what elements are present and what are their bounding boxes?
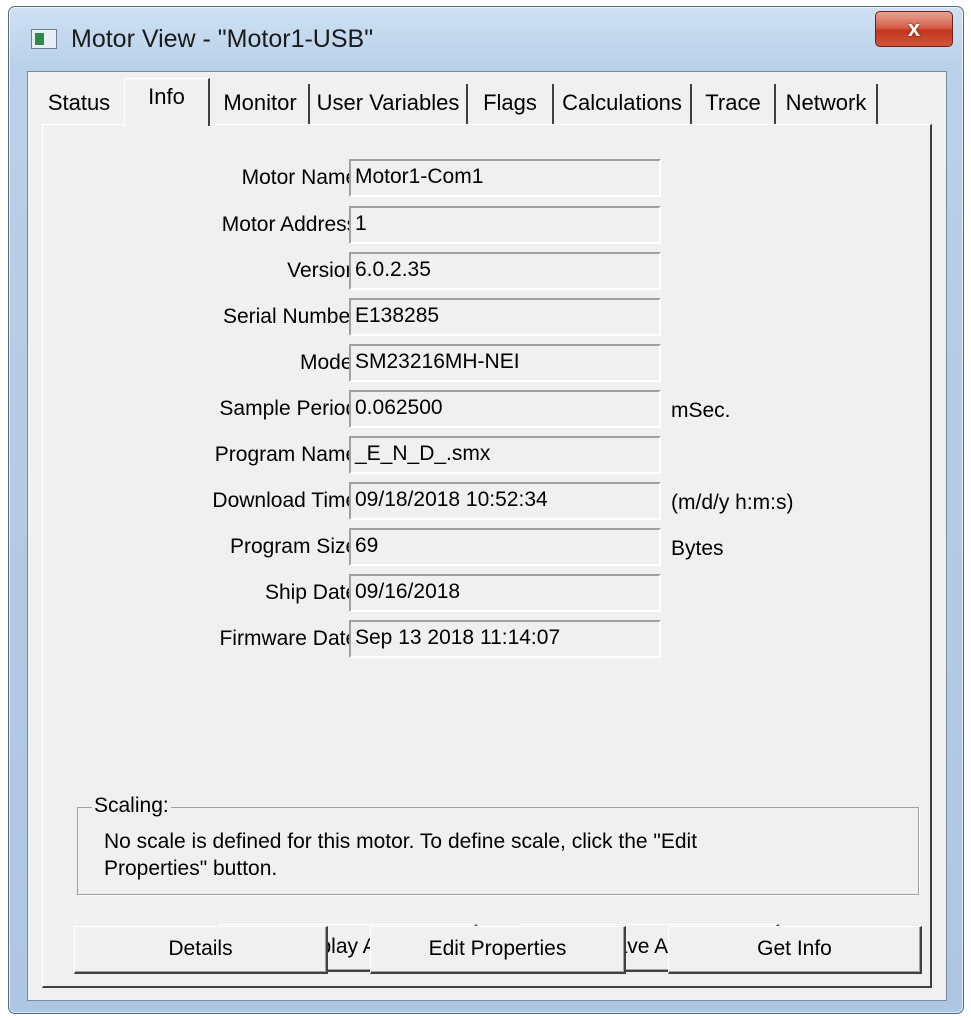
sample-period-label: Sample Period: <box>219 397 363 420</box>
program-size-field[interactable]: 69 <box>349 528 661 566</box>
version-row: Version: 6.0.2.35 <box>43 252 933 292</box>
ship-date-field[interactable]: 09/16/2018 <box>349 574 661 612</box>
motor-address-field[interactable]: 1 <box>349 206 661 244</box>
details-button[interactable]: Details <box>74 926 328 974</box>
program-size-label: Program Size: <box>229 535 363 558</box>
motor-name-label: Motor Name: <box>241 166 363 189</box>
firmware-date-label: Firmware Date: <box>219 627 363 650</box>
version-field[interactable]: 6.0.2.35 <box>349 252 661 290</box>
download-time-row: Download Time: 09/18/2018 10:52:34 (m/d/… <box>43 482 933 522</box>
model-row: Model: SM23216MH-NEI <box>43 344 933 384</box>
scaling-groupbox: Scaling: No scale is defined for this mo… <box>77 794 919 895</box>
scaling-description: No scale is defined for this motor. To d… <box>104 830 698 880</box>
client-area: Status Info Monitor User Variables Flags… <box>27 71 947 1001</box>
program-name-row: Program Name: _E_N_D_.smx <box>43 436 933 476</box>
tab-info[interactable]: Info <box>124 78 210 126</box>
scaling-legend: Scaling: <box>92 794 171 818</box>
tab-network[interactable]: Network <box>776 84 878 124</box>
program-size-unit: Bytes <box>671 537 724 560</box>
tab-monitor[interactable]: Monitor <box>212 84 310 124</box>
tab-flags[interactable]: Flags <box>468 84 554 124</box>
model-field[interactable]: SM23216MH-NEI <box>349 344 661 382</box>
close-button[interactable]: x <box>875 11 953 47</box>
motor-name-field[interactable]: Motor1-Com1 <box>349 159 661 197</box>
firmware-date-field[interactable]: Sep 13 2018 11:14:07 <box>349 620 661 658</box>
tab-trace[interactable]: Trace <box>692 84 776 124</box>
tab-strip: Status Info Monitor User Variables Flags… <box>28 72 948 130</box>
download-time-field[interactable]: 09/18/2018 10:52:34 <box>349 482 661 520</box>
ship-date-row: Ship Date: 09/16/2018 <box>43 574 933 614</box>
serial-number-field[interactable]: E138285 <box>349 298 661 336</box>
sample-period-unit: mSec. <box>671 399 731 422</box>
tab-calculations[interactable]: Calculations <box>554 84 692 124</box>
sample-period-row: Sample Period: 0.062500 mSec. <box>43 390 933 430</box>
program-name-label: Program Name: <box>214 443 363 466</box>
tab-status[interactable]: Status <box>38 84 120 124</box>
program-name-field[interactable]: _E_N_D_.smx <box>349 436 661 474</box>
download-time-unit: (m/d/y h:m:s) <box>671 491 794 514</box>
edit-properties-button[interactable]: Edit Properties <box>370 926 626 974</box>
app-icon <box>31 29 57 49</box>
motor-address-row: Motor Address: 1 <box>43 206 933 246</box>
title-bar[interactable]: Motor View - "Motor1-USB" x <box>9 7 963 71</box>
motor-view-window: Motor View - "Motor1-USB" x Status Info … <box>8 6 964 1014</box>
program-size-row: Program Size: 69 Bytes <box>43 528 933 568</box>
firmware-date-row: Firmware Date: Sep 13 2018 11:14:07 <box>43 620 933 660</box>
serial-number-label: Serial Number: <box>222 305 363 328</box>
info-tab-page: Motor Name: Motor1-Com1 Motor Address: 1… <box>42 124 932 988</box>
serial-number-row: Serial Number: E138285 <box>43 298 933 338</box>
sample-period-field[interactable]: 0.062500 <box>349 390 661 428</box>
window-title: Motor View - "Motor1-USB" <box>71 25 374 53</box>
motor-name-row: Motor Name: Motor1-Com1 <box>43 159 933 199</box>
motor-address-label: Motor Address: <box>221 213 363 236</box>
tab-user-variables[interactable]: User Variables <box>310 84 468 124</box>
download-time-label: Download Time: <box>212 489 363 512</box>
get-info-button[interactable]: Get Info <box>668 926 922 974</box>
